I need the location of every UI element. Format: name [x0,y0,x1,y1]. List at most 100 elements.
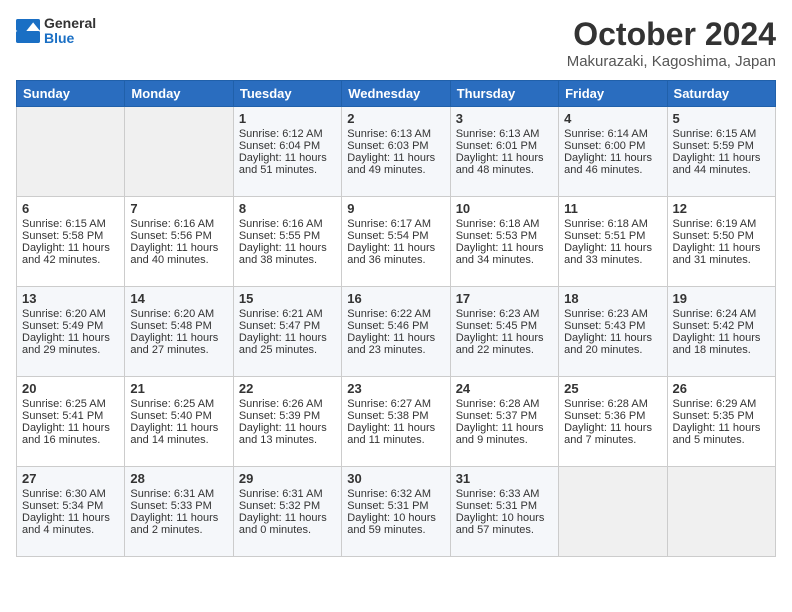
day-number: 22 [239,381,336,396]
day-number: 16 [347,291,444,306]
sunrise-text: Sunrise: 6:13 AM [347,128,431,140]
day-number: 13 [22,291,119,306]
location-title: Makurazaki, Kagoshima, Japan [567,53,776,70]
calendar-cell: 20Sunrise: 6:25 AMSunset: 5:41 PMDayligh… [17,377,125,467]
daylight-text: Daylight: 11 hours and 13 minutes. [239,422,327,446]
day-number: 6 [22,201,119,216]
sunset-text: Sunset: 5:49 PM [22,320,103,332]
sunrise-text: Sunrise: 6:23 AM [456,308,540,320]
title-area: October 2024 Makurazaki, Kagoshima, Japa… [567,16,776,70]
weekday-header: Wednesday [342,81,450,107]
day-number: 9 [347,201,444,216]
daylight-text: Daylight: 11 hours and 20 minutes. [564,332,652,356]
calendar-cell: 30Sunrise: 6:32 AMSunset: 5:31 PMDayligh… [342,467,450,557]
day-number: 20 [22,381,119,396]
day-number: 7 [130,201,227,216]
daylight-text: Daylight: 11 hours and 11 minutes. [347,422,435,446]
daylight-text: Daylight: 11 hours and 25 minutes. [239,332,327,356]
calendar-cell: 16Sunrise: 6:22 AMSunset: 5:46 PMDayligh… [342,287,450,377]
sunset-text: Sunset: 5:54 PM [347,230,428,242]
weekday-header: Monday [125,81,233,107]
sunset-text: Sunset: 5:50 PM [673,230,754,242]
day-number: 2 [347,111,444,126]
sunrise-text: Sunrise: 6:20 AM [130,308,214,320]
sunset-text: Sunset: 5:32 PM [239,500,320,512]
sunrise-text: Sunrise: 6:33 AM [456,488,540,500]
weekday-header: Saturday [667,81,775,107]
day-number: 21 [130,381,227,396]
day-number: 27 [22,471,119,486]
calendar-cell: 27Sunrise: 6:30 AMSunset: 5:34 PMDayligh… [17,467,125,557]
day-number: 10 [456,201,553,216]
weekday-header-row: SundayMondayTuesdayWednesdayThursdayFrid… [17,81,776,107]
sunrise-text: Sunrise: 6:25 AM [130,398,214,410]
sunrise-text: Sunrise: 6:26 AM [239,398,323,410]
sunrise-text: Sunrise: 6:28 AM [456,398,540,410]
sunset-text: Sunset: 5:40 PM [130,410,211,422]
day-number: 30 [347,471,444,486]
daylight-text: Daylight: 11 hours and 4 minutes. [22,512,110,536]
calendar-cell: 17Sunrise: 6:23 AMSunset: 5:45 PMDayligh… [450,287,558,377]
daylight-text: Daylight: 11 hours and 46 minutes. [564,152,652,176]
calendar-cell: 15Sunrise: 6:21 AMSunset: 5:47 PMDayligh… [233,287,341,377]
sunset-text: Sunset: 6:03 PM [347,140,428,152]
daylight-text: Daylight: 11 hours and 9 minutes. [456,422,544,446]
daylight-text: Daylight: 11 hours and 18 minutes. [673,332,761,356]
month-title: October 2024 [567,16,776,53]
calendar-cell: 19Sunrise: 6:24 AMSunset: 5:42 PMDayligh… [667,287,775,377]
calendar-cell: 23 Sunrise: 6:27 AMSunset: 5:38 PMDayligh… [342,377,450,467]
sunrise-text: Sunrise: 6:22 AM [347,308,431,320]
sunset-text: Sunset: 6:00 PM [564,140,645,152]
sunset-text: Sunset: 5:31 PM [456,500,537,512]
calendar-cell: 8Sunrise: 6:16 AMSunset: 5:55 PMDaylight… [233,197,341,287]
sunset-text: Sunset: 5:31 PM [347,500,428,512]
sunset-text: Sunset: 5:53 PM [456,230,537,242]
logo-blue-text: Blue [44,31,96,46]
sunrise-text: Sunrise: 6:30 AM [22,488,106,500]
day-number: 15 [239,291,336,306]
daylight-text: Daylight: 11 hours and 51 minutes. [239,152,327,176]
logo-icon [16,19,40,43]
calendar-cell: 24Sunrise: 6:28 AMSunset: 5:37 PMDayligh… [450,377,558,467]
sunset-text: Sunset: 5:59 PM [673,140,754,152]
day-number: 17 [456,291,553,306]
calendar-cell: 2Sunrise: 6:13 AMSunset: 6:03 PMDaylight… [342,107,450,197]
calendar-table: SundayMondayTuesdayWednesdayThursdayFrid… [16,80,776,557]
calendar-cell: 9Sunrise: 6:17 AMSunset: 5:54 PMDaylight… [342,197,450,287]
calendar-cell: 3Sunrise: 6:13 AMSunset: 6:01 PMDaylight… [450,107,558,197]
day-number: 25 [564,381,661,396]
daylight-text: Daylight: 11 hours and 2 minutes. [130,512,218,536]
daylight-text: Daylight: 11 hours and 7 minutes. [564,422,652,446]
day-number: 24 [456,381,553,396]
logo-general-text: General [44,16,96,31]
daylight-text: Daylight: 11 hours and 14 minutes. [130,422,218,446]
calendar-cell: 5Sunrise: 6:15 AMSunset: 5:59 PMDaylight… [667,107,775,197]
calendar-cell: 29Sunrise: 6:31 AMSunset: 5:32 PMDayligh… [233,467,341,557]
logo-text: General Blue [44,16,96,47]
daylight-text: Daylight: 11 hours and 34 minutes. [456,242,544,266]
calendar-cell: 25Sunrise: 6:28 AMSunset: 5:36 PMDayligh… [559,377,667,467]
sunset-text: Sunset: 5:42 PM [673,320,754,332]
day-number: 3 [456,111,553,126]
calendar-week-row: 13 Sunrise: 6:20 AM Sunset: 5:49 PM Dayligh… [17,287,776,377]
sunrise-text: Sunrise: 6:27 AM [347,398,431,410]
daylight-text: Daylight: 11 hours and 16 minutes. [22,422,110,446]
day-number: 23 [347,381,444,396]
sunset-text: Sunset: 5:47 PM [239,320,320,332]
calendar-cell [667,467,775,557]
sunrise-text: Sunrise: 6:25 AM [22,398,106,410]
daylight-text: Daylight: 10 hours and 59 minutes. [347,512,436,536]
calendar-cell: 13Sunrise: 6:20 AMSunset: 5:49 PMDayligh… [17,287,125,377]
daylight-text: Daylight: 11 hours and 33 minutes. [564,242,652,266]
sunrise-text: Sunrise: 6:14 AM [564,128,648,140]
calendar-cell [125,107,233,197]
weekday-header: Friday [559,81,667,107]
day-number: 19 [673,291,770,306]
day-number: 29 [239,471,336,486]
daylight-text: Daylight: 11 hours and 31 minutes. [673,242,761,266]
sunset-text: Sunset: 5:38 PM [347,410,428,422]
daylight-text: Daylight: 11 hours and 36 minutes. [347,242,435,266]
calendar-week-row: 6Sunrise: 6:15 AMSunset: 5:58 PMDaylight… [17,197,776,287]
day-number: 4 [564,111,661,126]
calendar-cell: 12Sunrise: 6:19 AMSunset: 5:50 PMDayligh… [667,197,775,287]
